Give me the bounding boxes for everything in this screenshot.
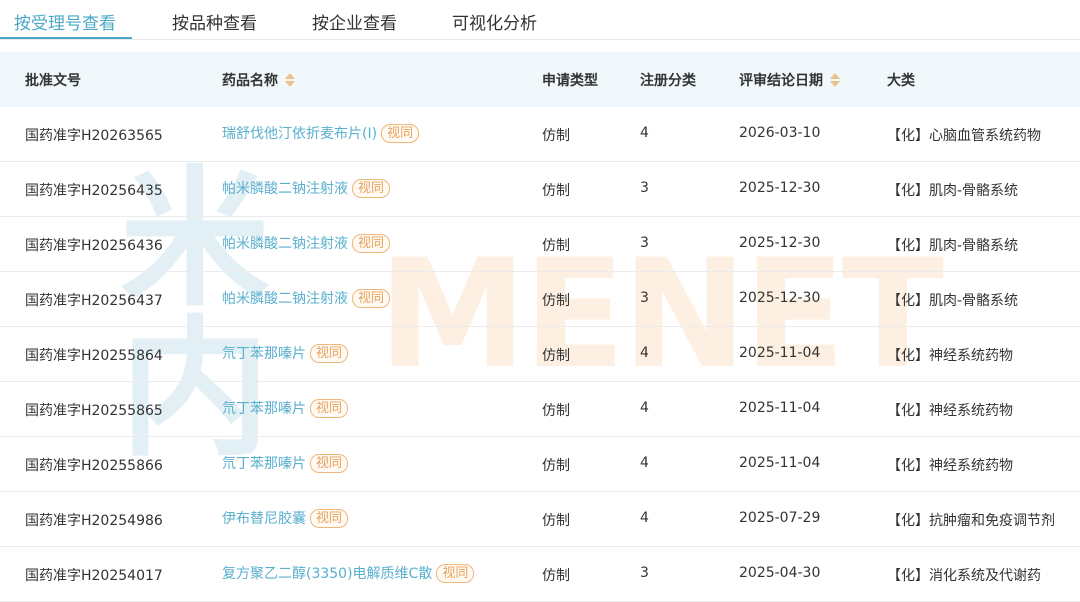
table-row: 国药准字H20255866 氘丁苯那嗪片 视同 仿制 4 2025-11-04 … (0, 437, 1080, 492)
equivalent-badge: 视同 (381, 123, 420, 143)
drug-name-cell: 氘丁苯那嗪片 视同 (222, 453, 349, 473)
table-row: 国药准字H20256436 帕米膦酸二钠注射液 视同 仿制 3 2025-12-… (0, 217, 1080, 272)
header-reg-class: 注册分类 (640, 73, 696, 89)
reg-class-cell: 4 (640, 345, 649, 361)
review-date-cell: 2025-12-30 (739, 290, 821, 306)
apply-type-cell: 仿制 (542, 238, 570, 254)
drug-name-link[interactable]: 伊布替尼胶囊 (222, 508, 306, 528)
tab-by-variety[interactable]: 按品种查看 (172, 9, 257, 34)
approval-no-cell: 国药准字H20254986 (25, 513, 163, 529)
drug-name-cell: 帕米膦酸二钠注射液 视同 (222, 178, 391, 198)
equivalent-badge: 视同 (310, 508, 349, 528)
reg-class-cell: 4 (640, 125, 649, 141)
drug-name-link[interactable]: 氘丁苯那嗪片 (222, 343, 306, 363)
approval-no-cell: 国药准字H20263565 (25, 128, 163, 144)
table-row: 国药准字H20263565 瑞舒伐他汀依折麦布片(Ⅰ) 视同 仿制 4 2026… (0, 107, 1080, 162)
header-apply-type: 申请类型 (542, 73, 598, 89)
equivalent-badge: 视同 (436, 563, 475, 583)
approval-no-cell: 国药准字H20256436 (25, 238, 163, 254)
category-cell: 【化】神经系统药物 (887, 348, 1013, 364)
header-approval-no: 批准文号 (25, 73, 81, 89)
reg-class-cell: 3 (640, 180, 649, 196)
equivalent-badge: 视同 (352, 178, 391, 198)
reg-class-cell: 4 (640, 510, 649, 526)
apply-type-cell: 仿制 (542, 568, 570, 584)
apply-type-cell: 仿制 (542, 183, 570, 199)
reg-class-cell: 4 (640, 400, 649, 416)
sort-icon[interactable] (830, 73, 840, 87)
approval-no-cell: 国药准字H20255864 (25, 348, 163, 364)
table-row: 国药准字H20254986 伊布替尼胶囊 视同 仿制 4 2025-07-29 … (0, 492, 1080, 547)
drug-name-link[interactable]: 帕米膦酸二钠注射液 (222, 178, 348, 198)
drug-name-link[interactable]: 帕米膦酸二钠注射液 (222, 288, 348, 308)
review-date-cell: 2025-04-30 (739, 565, 821, 581)
drug-name-link[interactable]: 复方聚乙二醇(3350)电解质维C散 (222, 563, 432, 583)
approval-table: 批准文号 药品名称 申请类型 注册分类 评审结论日期 大类 国药准字H20263… (0, 52, 1080, 602)
table-row: 国药准字H20256435 帕米膦酸二钠注射液 视同 仿制 3 2025-12-… (0, 162, 1080, 217)
reg-class-cell: 3 (640, 565, 649, 581)
category-cell: 【化】消化系统及代谢药 (887, 568, 1041, 584)
reg-class-cell: 4 (640, 455, 649, 471)
approval-no-cell: 国药准字H20256437 (25, 293, 163, 309)
apply-type-cell: 仿制 (542, 128, 570, 144)
table-header: 批准文号 药品名称 申请类型 注册分类 评审结论日期 大类 (0, 52, 1080, 107)
table-body: 国药准字H20263565 瑞舒伐他汀依折麦布片(Ⅰ) 视同 仿制 4 2026… (0, 107, 1080, 602)
category-cell: 【化】神经系统药物 (887, 458, 1013, 474)
review-date-cell: 2026-03-10 (739, 125, 821, 141)
review-date-cell: 2025-11-04 (739, 455, 821, 471)
table-row: 国药准字H20256437 帕米膦酸二钠注射液 视同 仿制 3 2025-12-… (0, 272, 1080, 327)
apply-type-cell: 仿制 (542, 458, 570, 474)
approval-no-cell: 国药准字H20255866 (25, 458, 163, 474)
equivalent-badge: 视同 (352, 288, 391, 308)
sort-icon[interactable] (285, 73, 295, 87)
table-row: 国药准字H20254017 复方聚乙二醇(3350)电解质维C散 视同 仿制 3… (0, 547, 1080, 602)
equivalent-badge: 视同 (310, 453, 349, 473)
apply-type-cell: 仿制 (542, 293, 570, 309)
category-cell: 【化】心脑血管系统药物 (887, 128, 1041, 144)
table-row: 国药准字H20255864 氘丁苯那嗪片 视同 仿制 4 2025-11-04 … (0, 327, 1080, 382)
drug-name-cell: 瑞舒伐他汀依折麦布片(Ⅰ) 视同 (222, 123, 420, 143)
header-review-date[interactable]: 评审结论日期 (739, 70, 840, 90)
approval-no-cell: 国药准字H20254017 (25, 568, 163, 584)
apply-type-cell: 仿制 (542, 513, 570, 529)
equivalent-badge: 视同 (310, 398, 349, 418)
apply-type-cell: 仿制 (542, 403, 570, 419)
approval-no-cell: 国药准字H20256435 (25, 183, 163, 199)
drug-name-cell: 帕米膦酸二钠注射液 视同 (222, 233, 391, 253)
review-date-cell: 2025-11-04 (739, 345, 821, 361)
category-cell: 【化】神经系统药物 (887, 403, 1013, 419)
category-cell: 【化】肌肉-骨骼系统 (887, 293, 1019, 309)
equivalent-badge: 视同 (352, 233, 391, 253)
active-tab-underline (0, 37, 132, 39)
tab-visual-analysis[interactable]: 可视化分析 (452, 9, 537, 34)
approval-no-cell: 国药准字H20255865 (25, 403, 163, 419)
review-date-cell: 2025-12-30 (739, 180, 821, 196)
review-date-cell: 2025-12-30 (739, 235, 821, 251)
equivalent-badge: 视同 (310, 343, 349, 363)
category-cell: 【化】肌肉-骨骼系统 (887, 183, 1019, 199)
reg-class-cell: 3 (640, 235, 649, 251)
category-cell: 【化】肌肉-骨骼系统 (887, 238, 1019, 254)
tab-by-acceptance-no[interactable]: 按受理号查看 (14, 9, 116, 34)
header-category: 大类 (887, 73, 915, 89)
drug-name-cell: 帕米膦酸二钠注射液 视同 (222, 288, 391, 308)
tab-by-company[interactable]: 按企业查看 (312, 9, 397, 34)
drug-name-cell: 复方聚乙二醇(3350)电解质维C散 视同 (222, 563, 475, 583)
drug-name-cell: 氘丁苯那嗪片 视同 (222, 398, 349, 418)
drug-name-link[interactable]: 氘丁苯那嗪片 (222, 453, 306, 473)
drug-name-link[interactable]: 氘丁苯那嗪片 (222, 398, 306, 418)
header-drug-name[interactable]: 药品名称 (222, 70, 295, 90)
drug-name-cell: 伊布替尼胶囊 视同 (222, 508, 349, 528)
drug-name-cell: 氘丁苯那嗪片 视同 (222, 343, 349, 363)
reg-class-cell: 3 (640, 290, 649, 306)
review-date-cell: 2025-07-29 (739, 510, 821, 526)
drug-name-link[interactable]: 瑞舒伐他汀依折麦布片(Ⅰ) (222, 123, 377, 143)
review-date-cell: 2025-11-04 (739, 400, 821, 416)
drug-name-link[interactable]: 帕米膦酸二钠注射液 (222, 233, 348, 253)
table-row: 国药准字H20255865 氘丁苯那嗪片 视同 仿制 4 2025-11-04 … (0, 382, 1080, 437)
view-tabs: 按受理号查看 按品种查看 按企业查看 可视化分析 (0, 0, 1080, 40)
apply-type-cell: 仿制 (542, 348, 570, 364)
category-cell: 【化】抗肿瘤和免疫调节剂 (887, 513, 1055, 529)
